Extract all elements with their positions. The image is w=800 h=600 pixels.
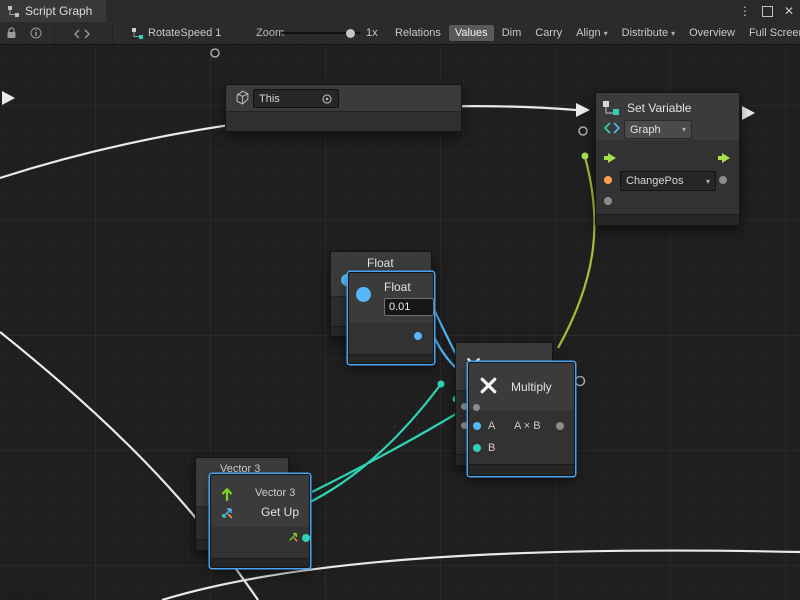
chevron-down-icon: ▾ (706, 177, 710, 186)
multiply-icon (478, 375, 499, 396)
zoom-slider-knob[interactable] (346, 29, 355, 38)
set-variable-footer (596, 214, 739, 225)
vector3-footer (211, 558, 309, 567)
tab-script-graph[interactable]: Script Graph (0, 0, 106, 22)
float-output-port[interactable] (414, 332, 422, 340)
distribute-button[interactable]: Distribute▾ (616, 25, 681, 41)
wire-end-dot-lime (582, 153, 589, 160)
zoom-slider[interactable] (282, 28, 360, 38)
multiply-output-port[interactable] (556, 422, 564, 430)
chevron-down-icon: ▾ (671, 29, 675, 38)
ghost-port (461, 422, 468, 429)
empty-port-multiply-out[interactable] (576, 377, 585, 386)
unity-script-graph-window: Script Graph ⋮ ✕ RotateSpeed 1 Zo (0, 0, 800, 600)
flow-output-port[interactable] (718, 153, 731, 163)
carry-button[interactable]: Carry (529, 25, 568, 41)
vector3-type-icon (287, 531, 299, 543)
empty-port-set-variable[interactable] (579, 127, 587, 135)
dim-button[interactable]: Dim (496, 25, 528, 41)
multiply-input-b-label: B (488, 442, 495, 454)
multiply-output-label: A × B (514, 420, 541, 432)
ghost-port (461, 403, 468, 410)
close-icon[interactable]: ✕ (784, 4, 794, 18)
toolbar-buttons: Relations Values Dim Carry Align▾ Distri… (388, 22, 800, 44)
variable-output-port[interactable] (719, 176, 727, 184)
window-controls: ⋮ ✕ (739, 0, 794, 22)
variable-name-dropdown[interactable]: ChangePos ▾ (620, 171, 716, 191)
multiply-footer (469, 464, 574, 475)
maximize-icon[interactable] (762, 6, 773, 17)
node-multiply[interactable]: Multiply A A × B B (468, 362, 575, 476)
overview-button[interactable]: Overview (683, 25, 741, 41)
multiply-input-a-port[interactable] (473, 422, 481, 430)
this-object-label: This (259, 93, 280, 105)
float-value-input[interactable]: 0.01 (384, 298, 434, 316)
graph-toolbar: RotateSpeed 1 Zoom 1x Relations Values D… (0, 22, 800, 45)
float-type-icon (356, 287, 371, 302)
zoom-value: 1x (366, 27, 378, 39)
float-ghost-title: Float (367, 256, 394, 270)
empty-port-this[interactable] (211, 49, 219, 57)
graph-name[interactable]: RotateSpeed 1 (148, 27, 221, 39)
wire-arrow-left-edge (2, 91, 15, 105)
node-float[interactable]: Float 0.01 (348, 272, 434, 364)
full-screen-button[interactable]: Full Screen (743, 25, 800, 41)
graph-canvas[interactable]: This Set Variable Graph ▾ (0, 44, 800, 600)
wire-arrow-right-edge (742, 106, 755, 120)
value-input-port[interactable] (604, 197, 612, 205)
wire-arrow-set-variable-in (576, 103, 590, 117)
multiply-body (469, 410, 574, 465)
wire-lime-multiply-to-setvariable (558, 157, 594, 348)
align-button[interactable]: Align▾ (570, 25, 613, 41)
node-set-variable[interactable]: Set Variable Graph ▾ ChangePos ▾ (595, 92, 740, 226)
float-footer (349, 354, 433, 363)
node-this[interactable]: This (225, 84, 462, 132)
vector3-operation-label: Get Up (261, 505, 299, 519)
tab-title: Script Graph (25, 4, 92, 18)
relations-button[interactable]: Relations (389, 25, 447, 41)
toolbar-separator (54, 22, 55, 44)
graph-reference-icon (131, 27, 144, 40)
variable-name-port[interactable] (604, 176, 612, 184)
multiply-top-port[interactable] (473, 404, 480, 411)
wire-end-dot-teal (438, 381, 445, 388)
kebab-menu-icon[interactable]: ⋮ (739, 4, 751, 18)
zoom-label: Zoom (256, 27, 284, 39)
info-icon[interactable] (30, 27, 42, 39)
vector3-title: Vector 3 (255, 487, 295, 499)
node-vector3-get-up[interactable]: Vector 3 Get Up (210, 474, 310, 568)
flow-input-port[interactable] (604, 153, 617, 163)
vector3-output-port[interactable] (302, 534, 310, 542)
multiply-input-a-label: A (488, 420, 495, 432)
chevron-down-icon: ▾ (604, 29, 608, 38)
chevron-down-icon: ▾ (682, 125, 686, 134)
toolbar-separator (112, 22, 113, 44)
multiply-input-b-port[interactable] (473, 444, 481, 452)
values-button[interactable]: Values (449, 25, 494, 41)
set-variable-icon (602, 99, 620, 117)
up-arrow-icon (219, 486, 235, 502)
object-picker-icon[interactable] (321, 93, 333, 105)
variable-kind-dropdown[interactable]: Graph ▾ (624, 120, 692, 139)
float-title: Float (384, 280, 411, 294)
vector3-type-icon (220, 506, 234, 520)
wire-teal-vector3-to-multiply-b (312, 403, 474, 492)
titlebar: Script Graph ⋮ ✕ (0, 0, 800, 23)
multiply-title: Multiply (511, 380, 552, 394)
cube-icon (235, 90, 250, 105)
set-variable-title: Set Variable (627, 101, 691, 115)
kind-icon (604, 122, 620, 134)
lock-icon[interactable] (6, 27, 17, 39)
script-graph-icon (7, 5, 20, 18)
this-object-field[interactable]: This (253, 89, 339, 108)
code-brackets-icon[interactable] (74, 29, 90, 39)
